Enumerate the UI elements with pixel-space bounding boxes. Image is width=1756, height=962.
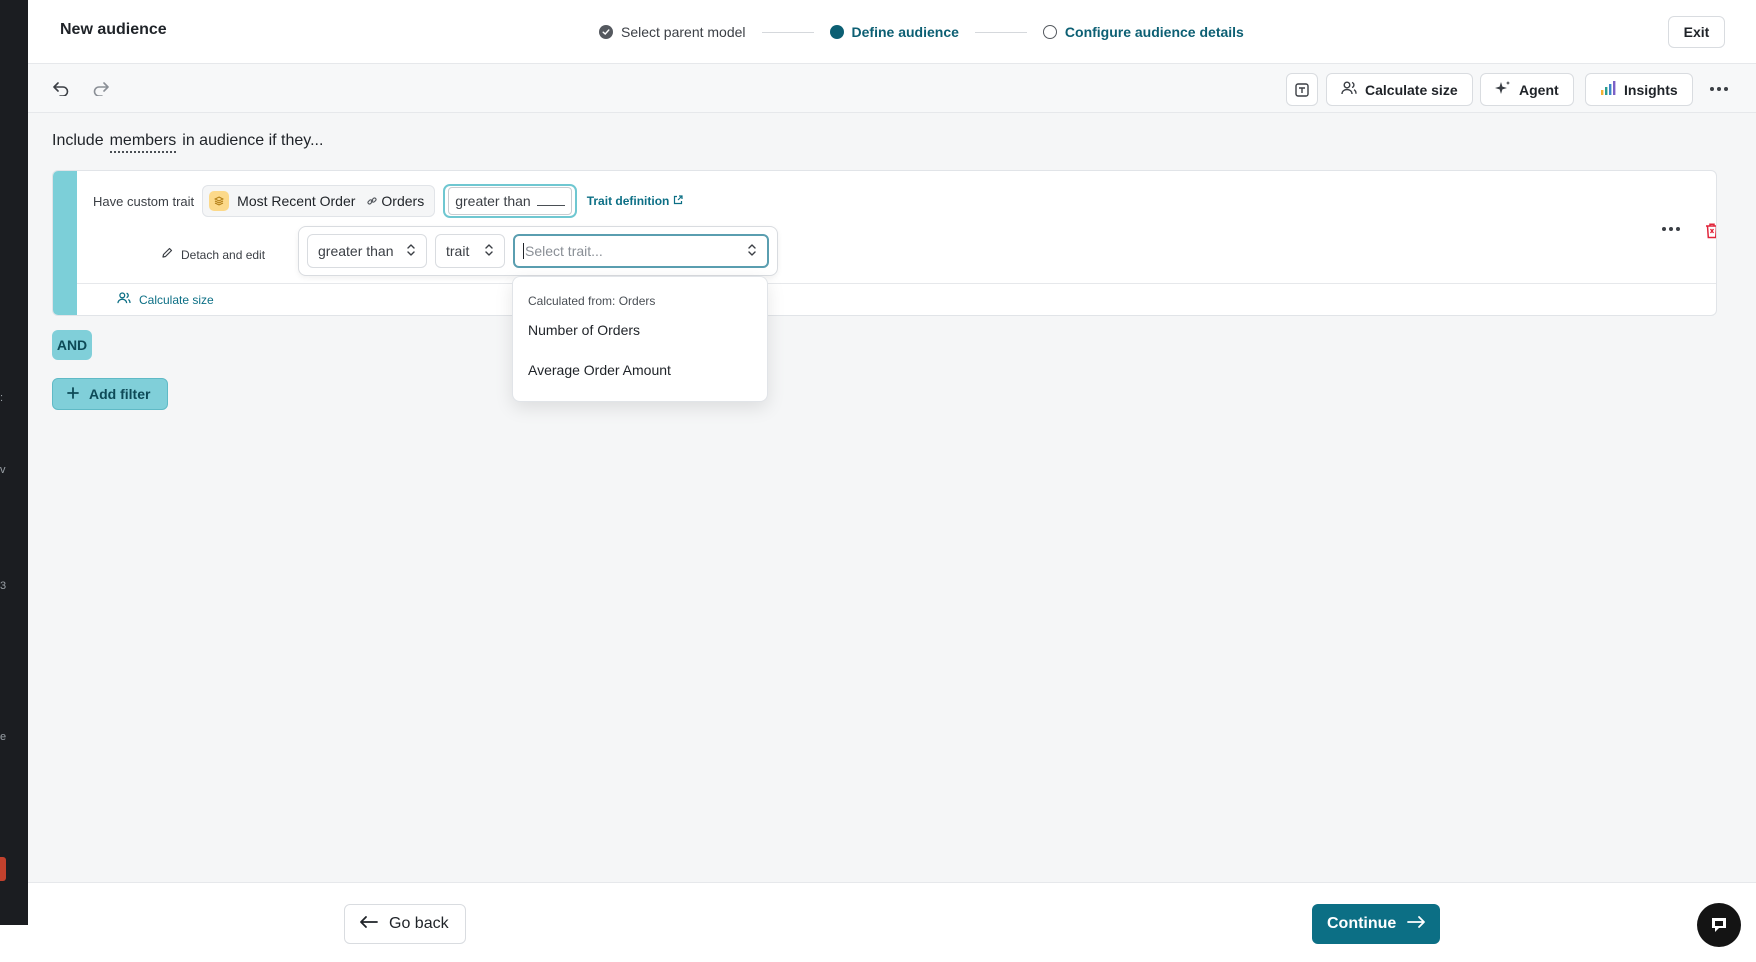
insights-button[interactable]: Insights — [1585, 73, 1693, 106]
pencil-icon — [161, 247, 173, 262]
edge-glyph: 3 — [0, 580, 7, 592]
link-icon — [367, 193, 377, 209]
trait-model-name: Orders — [381, 193, 425, 209]
value-blank — [536, 197, 565, 206]
chat-launcher-icon[interactable] — [1697, 903, 1741, 947]
operator-chip[interactable]: greater than — [443, 184, 577, 218]
redo-icon[interactable] — [90, 78, 112, 100]
exit-button[interactable]: Exit — [1668, 16, 1725, 48]
step-label: Configure audience details — [1064, 24, 1244, 40]
include-suffix: in audience if they... — [182, 132, 324, 149]
step-configure-audience-details[interactable]: Configure audience details — [1042, 24, 1244, 40]
chevron-up-down-icon — [747, 243, 757, 260]
edge-glyph: e — [0, 731, 7, 743]
value-type-select[interactable]: trait — [435, 234, 505, 268]
include-statement: Include members in audience if they... — [52, 132, 323, 153]
detach-and-edit-button[interactable]: Detach and edit — [161, 247, 265, 262]
condition-row: Have custom trait Most Recent Order Orde… — [93, 184, 684, 218]
trait-select[interactable] — [513, 234, 769, 268]
calculate-size-label: Calculate size — [1365, 81, 1458, 98]
empty-circle-icon — [1042, 25, 1057, 39]
continue-label: Continue — [1327, 915, 1397, 932]
condition-calculate-size-button[interactable]: Calculate size — [117, 292, 214, 307]
trait-definition-link[interactable]: Trait definition — [587, 194, 684, 208]
active-step-icon — [829, 25, 844, 39]
step-select-parent-model[interactable]: Select parent model — [599, 24, 746, 40]
trait-search-input[interactable] — [523, 243, 723, 259]
top-header: New audience Select parent model Define … — [28, 0, 1756, 64]
trait-dropdown-menu: Calculated from: Orders Number of Orders… — [512, 276, 768, 402]
agent-label: Agent — [1519, 81, 1559, 98]
operator-summary: greater than — [455, 193, 531, 209]
condition-more-icon[interactable] — [1662, 227, 1680, 231]
stepper: Select parent model Define audience Conf… — [599, 22, 1244, 42]
dropdown-group-label: Calculated from: Orders — [528, 294, 656, 308]
wizard-footer: Go back Continue — [28, 882, 1756, 962]
edge-red-chip — [0, 857, 6, 881]
calculate-size-button[interactable]: Calculate size — [1326, 73, 1473, 106]
users-icon — [117, 292, 131, 307]
users-icon — [1341, 81, 1357, 98]
delete-condition-icon[interactable] — [1701, 219, 1716, 241]
trait-name: Most Recent Order — [237, 193, 356, 209]
dropdown-option-number-of-orders[interactable]: Number of Orders — [528, 322, 640, 338]
more-options-icon[interactable] — [1706, 78, 1732, 100]
edge-glyph: v — [0, 464, 6, 476]
operator-value: greater than — [318, 243, 394, 259]
check-circle-icon — [599, 25, 613, 39]
chevron-up-down-icon — [484, 243, 494, 260]
go-back-label: Go back — [389, 915, 449, 932]
operator-chip-inner: greater than — [448, 187, 572, 215]
sql-view-icon[interactable] — [1286, 73, 1318, 106]
insights-label: Insights — [1624, 81, 1678, 98]
external-link-icon — [673, 194, 683, 208]
chevron-up-down-icon — [406, 243, 416, 260]
arrow-right-icon — [1406, 915, 1426, 934]
go-back-button[interactable]: Go back — [344, 904, 466, 944]
step-label: Select parent model — [621, 24, 746, 40]
trait-icon — [209, 191, 230, 211]
page-title: New audience — [60, 21, 167, 38]
bar-chart-icon — [1600, 80, 1616, 99]
edge-glyph: : — [0, 392, 4, 404]
operator-editor-popover: greater than trait — [298, 226, 778, 276]
value-type: trait — [446, 243, 470, 259]
operator-select[interactable]: greater than — [307, 234, 427, 268]
trait-definition-label: Trait definition — [586, 194, 670, 208]
builder-toolbar: Calculate size Agent Insights — [28, 64, 1756, 113]
condition-prefix: Have custom trait — [93, 193, 195, 209]
step-connector — [974, 31, 1027, 33]
trait-chip[interactable]: Most Recent Order Orders — [202, 185, 436, 217]
builder-canvas: Include members in audience if they... H… — [28, 113, 1756, 882]
sparkle-icon — [1495, 80, 1511, 99]
arrow-left-icon — [359, 915, 379, 934]
audience-builder-app: New audience Select parent model Define … — [28, 0, 1756, 962]
trait-model: Orders — [367, 193, 424, 209]
card-divider — [77, 283, 1716, 284]
entity-selector[interactable]: members — [109, 132, 177, 153]
add-filter-button[interactable]: Add filter — [52, 378, 168, 410]
detach-label: Detach and edit — [181, 247, 266, 262]
dropdown-option-average-order-amount[interactable]: Average Order Amount — [528, 362, 671, 378]
step-define-audience[interactable]: Define audience — [829, 24, 959, 40]
add-filter-label: Add filter — [89, 386, 151, 402]
background-window-edge: : v 3 e — [0, 0, 28, 925]
include-prefix: Include — [52, 132, 104, 149]
agent-button[interactable]: Agent — [1480, 73, 1574, 106]
continue-button[interactable]: Continue — [1312, 904, 1440, 944]
condition-accent-bar — [53, 171, 77, 315]
calculate-size-label: Calculate size — [139, 292, 214, 307]
plus-icon — [67, 386, 79, 402]
edge-bottom — [0, 925, 28, 962]
undo-icon[interactable] — [50, 78, 72, 100]
step-label: Define audience — [851, 24, 959, 40]
and-conjunction-toggle[interactable]: AND — [52, 330, 92, 360]
step-connector — [761, 31, 814, 33]
